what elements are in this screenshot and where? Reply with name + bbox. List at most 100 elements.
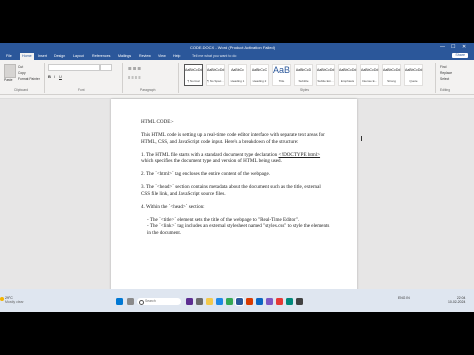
tab-file[interactable]: File [6, 54, 12, 58]
doc-item-4b: - The `<link>` tag includes an external … [147, 223, 330, 236]
separator [435, 63, 436, 93]
style-option[interactable]: AaBbCcDd Emphasis [338, 64, 357, 86]
style-option[interactable]: AaBbCcDd Quote [404, 64, 423, 86]
style-name: Quote [409, 79, 418, 83]
style-preview: AaBbCcC [251, 68, 268, 72]
separator [44, 63, 45, 93]
style-preview: AaBbCcDd [185, 68, 203, 72]
style-preview: AaBbCcDd [317, 68, 335, 72]
app-icon[interactable] [266, 298, 273, 305]
maximize-button[interactable]: ☐ [451, 44, 455, 50]
style-option[interactable]: AaBbCcDd ¶ No Spac... [206, 64, 225, 86]
style-preview: AaBbCcDd [405, 68, 423, 72]
close-button[interactable]: ✕ [462, 44, 466, 50]
style-option[interactable]: AaBbCcDd ¶ Normal [184, 64, 203, 86]
word-taskbar-icon[interactable] [235, 297, 244, 306]
chrome-icon[interactable] [226, 298, 233, 305]
underline-icon[interactable]: U [59, 74, 62, 79]
style-name: Heading 2 [252, 79, 267, 83]
font-size-box[interactable] [100, 64, 112, 71]
clock-date: 10-02-2024 [448, 300, 466, 304]
format-painter-button[interactable]: Format Painter [18, 77, 40, 81]
taskbar-search[interactable]: Search [137, 298, 181, 305]
copy-button[interactable]: Copy [18, 71, 26, 75]
tab-references[interactable]: References [92, 54, 110, 58]
tab-design[interactable]: Design [54, 54, 65, 58]
doc-intro: This HTML code is setting up a real-time… [141, 132, 325, 145]
document-page[interactable]: HTML CODE:- This HTML code is setting up… [111, 99, 357, 304]
group-paragraph: Paragraph [140, 88, 156, 92]
separator [178, 63, 179, 93]
select-button[interactable]: Select [440, 77, 449, 81]
style-name: ¶ Normal [187, 79, 200, 83]
start-icon[interactable] [116, 298, 123, 305]
style-preview: AaBbCcDd [383, 68, 401, 72]
share-button[interactable]: Share [452, 53, 468, 58]
style-option[interactable]: AaBbCcDd Intense E... [360, 64, 379, 86]
style-name: ¶ No Spac... [207, 79, 224, 83]
mouse-cursor-icon [361, 136, 365, 141]
menu-tabs: File Home Insert Design Layout Reference… [0, 52, 474, 61]
doc-item-4: 4. Within the `<head>` section: [141, 203, 205, 210]
window-title: CODE.DOCX - Word (Product Activation Fai… [190, 45, 276, 50]
tab-help[interactable]: Help [173, 54, 180, 58]
document-area[interactable]: HTML CODE:- This HTML code is setting up… [0, 95, 474, 304]
font-name-box[interactable] [48, 64, 100, 71]
style-option[interactable]: AaBbCcDd Subtle Em... [316, 64, 335, 86]
app-icon[interactable] [296, 298, 303, 305]
align-icon[interactable]: ≡ ≡ ≡ ≡ [128, 75, 141, 80]
doctype-link: <!DOCTYPE html> [278, 151, 321, 158]
minimize-button[interactable]: — [440, 44, 445, 50]
italic-icon[interactable]: I [54, 74, 55, 79]
style-name: Strong [387, 79, 396, 83]
tab-layout[interactable]: Layout [73, 54, 84, 58]
search-label: Search [145, 299, 156, 303]
clock[interactable]: 22:04 10-02-2024 [448, 296, 465, 304]
copilot-icon[interactable] [186, 298, 193, 305]
tab-view[interactable]: View [158, 54, 166, 58]
group-font: Font [78, 88, 85, 92]
app-icon[interactable] [286, 298, 293, 305]
doc-item-1: 1. The HTML file starts with a standard … [141, 151, 321, 165]
group-styles: Styles [300, 88, 309, 92]
style-name: Emphasis [340, 79, 355, 83]
replace-button[interactable]: Replace [440, 71, 452, 75]
edge-icon[interactable] [216, 298, 223, 305]
paste-icon[interactable] [4, 64, 16, 78]
style-preview: AaBbCcDd [207, 68, 225, 72]
find-button[interactable]: Find [440, 65, 446, 69]
weather-widget[interactable]: 29°C Mostly clear [0, 296, 24, 304]
doc-item-2: 2. The `<html>` tag encloses the entire … [141, 171, 270, 177]
separator [122, 63, 123, 93]
style-option[interactable]: AaBbCc Heading 1 [228, 64, 247, 86]
document-text[interactable]: HTML CODE:- This HTML code is setting up… [141, 119, 331, 236]
cut-button[interactable]: Cut [18, 65, 23, 69]
search-icon[interactable] [127, 298, 134, 305]
style-option[interactable]: AaBbCcC Heading 2 [250, 64, 269, 86]
style-option[interactable]: AaBbCcDd Strong [382, 64, 401, 86]
style-name: Heading 1 [230, 79, 245, 83]
app-icon[interactable] [246, 298, 253, 305]
word-window: CODE.DOCX - Word (Product Activation Fai… [0, 43, 474, 312]
tell-me-search[interactable]: Tell me what you want to do [192, 54, 236, 58]
app-icon[interactable] [256, 298, 263, 305]
style-option[interactable]: AaB Title [272, 64, 291, 86]
style-name: Intense E... [361, 79, 378, 83]
ribbon: Paste Cut Copy Format Painter Clipboard … [0, 60, 474, 95]
tab-insert[interactable]: Insert [38, 54, 47, 58]
file-explorer-icon[interactable] [206, 298, 213, 305]
weather-moon-icon [0, 297, 4, 301]
paste-button[interactable]: Paste [4, 78, 12, 82]
tab-review[interactable]: Review [139, 54, 151, 58]
group-clipboard: Clipboard [14, 88, 29, 92]
bullets-icon[interactable]: ☰ ☰ ☰ [128, 66, 141, 71]
style-option[interactable]: AaBbCcD Subtitle [294, 64, 313, 86]
app-icon[interactable] [276, 298, 283, 305]
style-preview: AaBbCcDd [339, 68, 357, 72]
weather-desc: Mostly clear [5, 300, 24, 304]
tab-mailings[interactable]: Mailings [118, 54, 131, 58]
bold-icon[interactable]: B [48, 74, 51, 79]
group-editing: Editing [440, 88, 451, 92]
task-view-icon[interactable] [196, 298, 203, 305]
language-tray[interactable]: ENG IN [398, 296, 410, 300]
